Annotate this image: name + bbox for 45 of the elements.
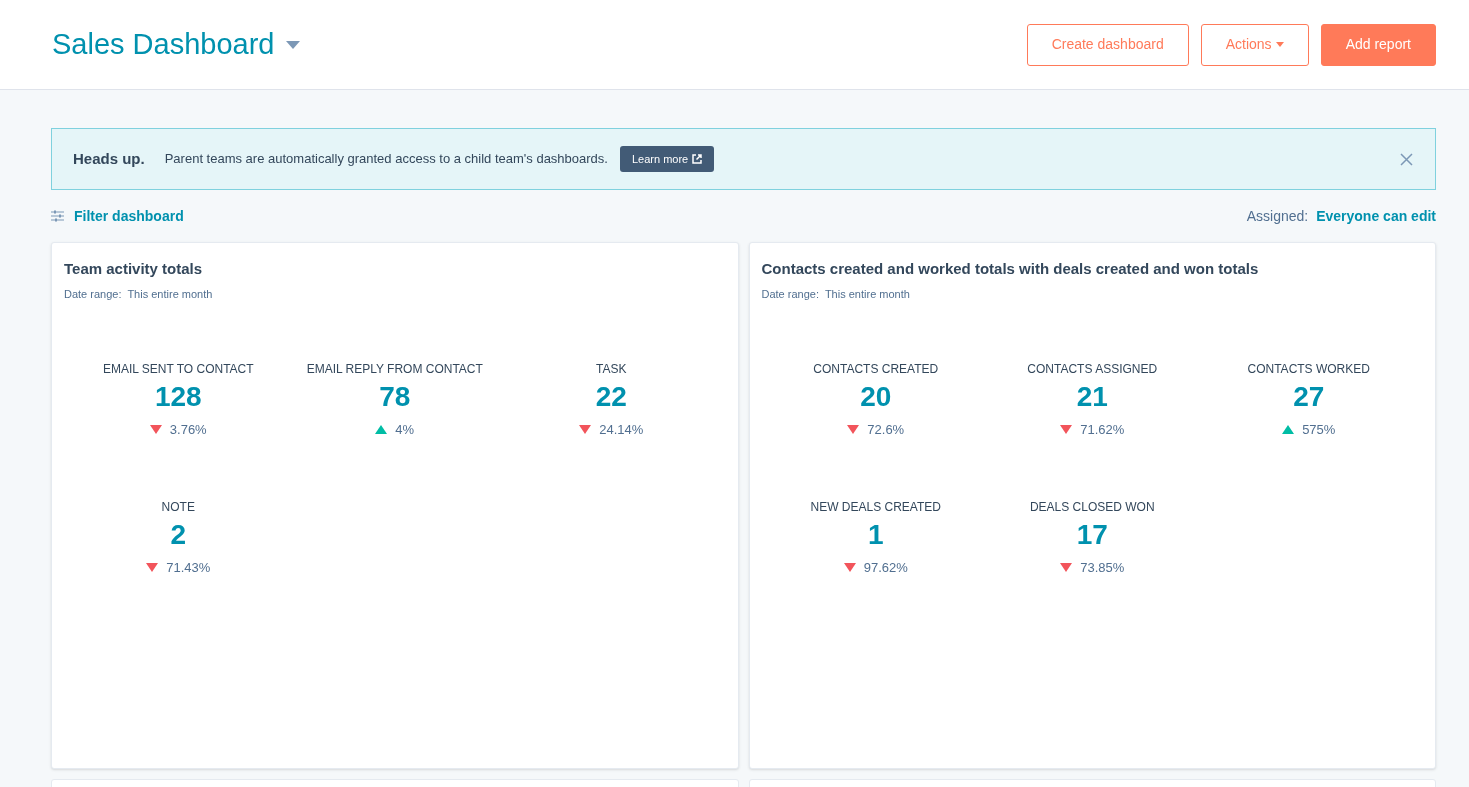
metric-change: 72.6% <box>867 421 905 439</box>
dashboard-title[interactable]: Sales Dashboard <box>52 22 275 67</box>
metric-label: EMAIL SENT TO CONTACT <box>102 361 254 378</box>
date-range: Date range: This entire month <box>64 286 214 302</box>
metric-label: NEW DEALS CREATED <box>810 498 941 516</box>
metric-value: 20 <box>860 380 892 414</box>
metric-label: CONTACTS CREATED <box>813 361 939 378</box>
metric-label: NOTE <box>161 498 195 516</box>
metric-change: 3.76% <box>169 421 207 439</box>
metric-label: EMAIL REPLY FROM CONTACT <box>306 361 483 378</box>
filter-link[interactable]: Filter dashboard <box>74 205 184 227</box>
learn-more-button[interactable]: Learn more <box>619 146 715 172</box>
metric-label: CONTACTS WORKED <box>1247 361 1370 378</box>
close-icon[interactable] <box>1400 152 1413 166</box>
header-button[interactable]: Actions <box>1200 23 1309 66</box>
metric-change: 4% <box>395 421 415 439</box>
metric-change: 575% <box>1302 421 1336 439</box>
assigned-label: Assigned: <box>1246 206 1309 226</box>
date-range: Date range: This entire month <box>761 286 911 302</box>
sliders-icon <box>51 210 64 222</box>
metric-value: 17 <box>1076 517 1108 552</box>
metric-label: TASK <box>596 361 627 378</box>
header-button[interactable]: Create dashboard <box>1026 23 1189 66</box>
banner-title: Heads up. <box>73 148 145 169</box>
metric-label: DEALS CLOSED WON <box>1029 498 1155 516</box>
card-title: Contacts created and worked totals with deals created and won totals <box>761 259 1260 279</box>
metric-value: 27 <box>1293 380 1325 414</box>
metric-change: 97.62% <box>863 558 908 577</box>
metric-change: 24.14% <box>599 421 644 439</box>
banner-message: Parent teams are automatically granted access to a child team's dashboards. <box>164 150 608 169</box>
metric-label: CONTACTS ASSIGNED <box>1027 361 1158 378</box>
card-title: Team activity totals <box>64 259 204 279</box>
add-button[interactable]: Add report <box>1320 23 1436 66</box>
metric-value: 1 <box>867 517 884 552</box>
metric-change: 71.43% <box>166 558 211 577</box>
metric-value: 2 <box>170 517 187 552</box>
external-link-icon <box>692 154 703 164</box>
caret-icon[interactable] <box>286 40 301 49</box>
metric-value: 78 <box>379 380 411 414</box>
assigned-link[interactable]: Everyone can edit <box>1316 205 1436 227</box>
metric-change: 71.62% <box>1080 421 1125 439</box>
metric-value: 21 <box>1076 380 1108 414</box>
metric-change: 73.85% <box>1080 558 1125 577</box>
metric-value: 22 <box>595 380 627 414</box>
metric-value: 128 <box>154 380 202 414</box>
